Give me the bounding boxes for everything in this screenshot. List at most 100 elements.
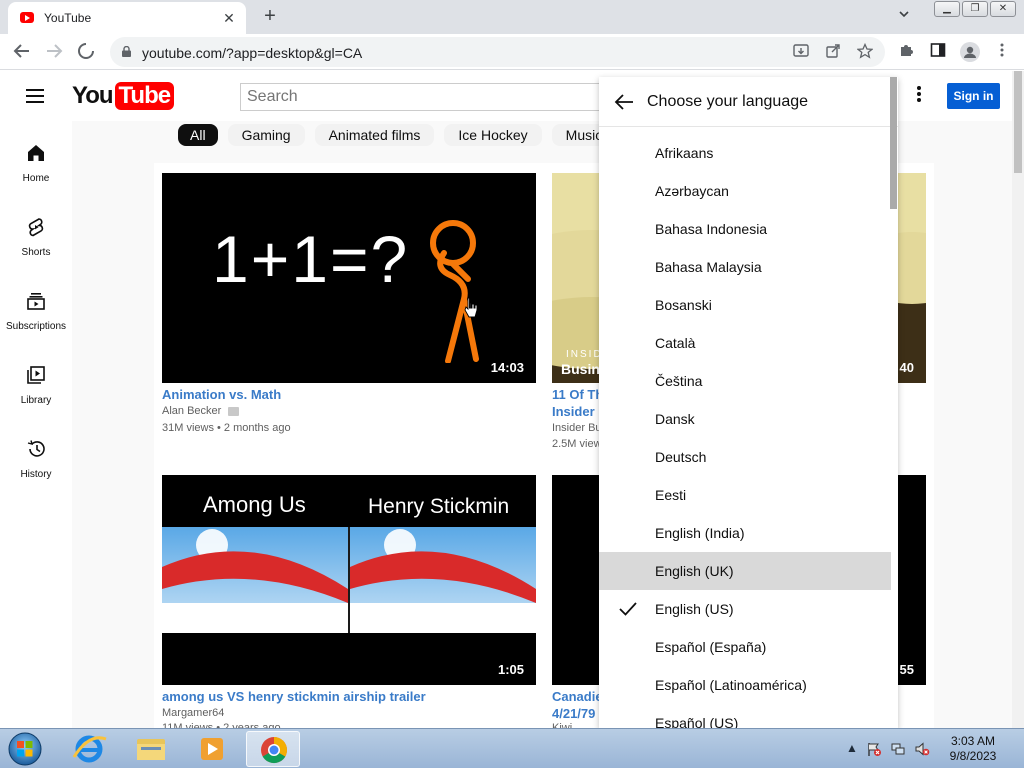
taskbar-chrome-icon[interactable]	[246, 731, 300, 767]
language-option-selected[interactable]: English (US)	[599, 590, 891, 628]
back-arrow-icon[interactable]	[613, 91, 635, 113]
language-option[interactable]: Deutsch	[599, 438, 891, 476]
chip-gaming[interactable]: Gaming	[227, 124, 305, 146]
action-center-flag-icon[interactable]	[866, 741, 882, 757]
search-input[interactable]	[241, 84, 609, 110]
language-label: Bosanski	[655, 297, 712, 313]
browser-tab-youtube[interactable]: YouTube ✕	[8, 2, 246, 34]
start-button[interactable]	[4, 730, 46, 768]
sign-in-button[interactable]: Sign in	[947, 83, 1000, 109]
video-duration: 55	[899, 662, 914, 677]
restore-button[interactable]: ❐	[962, 1, 988, 17]
network-icon[interactable]	[890, 741, 906, 757]
back-arrow-icon[interactable]	[12, 42, 32, 62]
minimize-button[interactable]: ▁	[934, 1, 960, 17]
youtube-logo[interactable]: You Tube	[72, 82, 175, 110]
language-option[interactable]: Español (US)	[599, 704, 891, 728]
language-option[interactable]: English (India)	[599, 514, 891, 552]
language-option[interactable]: Čeština	[599, 362, 891, 400]
video-meta: 2.5M view	[552, 438, 600, 450]
search-box[interactable]	[240, 83, 610, 111]
extensions-puzzle-icon[interactable]	[896, 42, 916, 62]
video-thumbnail-animation-vs-math[interactable]: 1+1=? 14:03	[162, 173, 536, 383]
youtube-logo-tube: Tube	[114, 82, 175, 110]
sidebar-label-library: Library	[20, 395, 52, 406]
tab-close-icon[interactable]: ✕	[220, 9, 238, 27]
video-thumbnail-among-us[interactable]: Among Us Henry Stickmin 1:05	[162, 475, 536, 685]
language-label: Dansk	[655, 411, 695, 427]
address-bar[interactable]: youtube.com/?app=desktop&gl=CA	[110, 37, 885, 67]
language-option[interactable]: Dansk	[599, 400, 891, 438]
chip-ice-hockey[interactable]: Ice Hockey	[444, 124, 542, 146]
sidebar-item-history[interactable]: History	[0, 439, 72, 509]
windows-taskbar: ▲ 3:03 AM 9/8/2023	[0, 728, 1024, 768]
window-controls: ▁ ❐ ✕	[932, 1, 1016, 17]
language-option[interactable]: Bosanski	[599, 286, 891, 324]
browser-menu-icon[interactable]	[992, 42, 1012, 62]
language-label: Čeština	[655, 373, 703, 389]
close-window-button[interactable]: ✕	[990, 1, 1016, 17]
language-option[interactable]: Bahasa Indonesia	[599, 210, 891, 248]
channel-name[interactable]: Margamer64	[162, 707, 224, 719]
browser-toolbar: youtube.com/?app=desktop&gl=CA	[0, 34, 1024, 70]
clock-date: 9/8/2023	[949, 749, 997, 763]
channel-name[interactable]: Alan Becker	[162, 405, 221, 417]
taskbar-internet-explorer-icon[interactable]	[62, 731, 116, 767]
share-icon[interactable]	[824, 43, 842, 61]
chip-all[interactable]: All	[178, 124, 218, 146]
volume-muted-icon[interactable]	[914, 741, 930, 757]
video-title-link[interactable]: Canadie	[552, 689, 600, 704]
sidebar-item-subscriptions[interactable]: Subscriptions	[0, 291, 72, 361]
language-option[interactable]: Bahasa Malaysia	[599, 248, 891, 286]
install-app-icon[interactable]	[792, 43, 810, 61]
video-title-line2[interactable]: Insider B	[552, 404, 602, 419]
show-hidden-icons-chevron-icon[interactable]: ▲	[844, 741, 860, 757]
youtube-favicon-icon	[20, 12, 34, 23]
language-label: Español (España)	[655, 639, 767, 655]
history-icon	[27, 440, 45, 457]
chip-animated-films[interactable]: Animated films	[314, 124, 435, 146]
video-title-link[interactable]: 11 Of Th	[552, 387, 602, 402]
forward-arrow-icon[interactable]	[44, 42, 64, 62]
video-title-line2[interactable]: 4/21/79	[552, 706, 600, 721]
channel-name[interactable]: Insider Bu	[552, 422, 600, 434]
language-option[interactable]: Azərbaycan	[599, 172, 891, 210]
language-option[interactable]: Català	[599, 324, 891, 362]
language-menu-scrollbar[interactable]	[890, 77, 897, 209]
taskbar-file-explorer-icon[interactable]	[124, 731, 178, 767]
language-option[interactable]: Afrikaans	[599, 134, 891, 172]
loading-spinner-icon[interactable]	[76, 42, 96, 62]
side-panel-icon[interactable]	[928, 42, 948, 62]
language-label: Español (US)	[655, 715, 739, 728]
language-option[interactable]: Español (Latinoamérica)	[599, 666, 891, 704]
language-label: Bahasa Indonesia	[655, 221, 768, 237]
bookmark-star-icon[interactable]	[856, 42, 874, 61]
sidebar-item-home[interactable]: Home	[0, 143, 72, 213]
video-title-link[interactable]: among us VS henry stickmin airship trail…	[162, 689, 536, 704]
video-title-link[interactable]: Animation vs. Math	[162, 387, 536, 402]
more-options-icon[interactable]	[912, 85, 926, 105]
page-scrollbar-thumb[interactable]	[1014, 71, 1022, 173]
tab-search-chevron-icon[interactable]	[894, 8, 914, 26]
sidebar-label-subscriptions: Subscriptions	[5, 321, 67, 332]
youtube-logo-you: You	[72, 82, 114, 109]
language-option-hovered[interactable]: English (UK)	[599, 552, 891, 590]
tab-title: YouTube	[44, 11, 92, 25]
profile-avatar-icon[interactable]	[960, 42, 980, 62]
new-tab-button[interactable]: +	[258, 4, 282, 28]
sidebar-item-shorts[interactable]: Shorts	[0, 217, 72, 287]
page-scrollbar[interactable]	[1012, 71, 1024, 728]
shorts-icon	[28, 218, 44, 237]
taskbar-media-player-icon[interactable]	[186, 731, 240, 767]
guide-menu-icon[interactable]	[26, 89, 44, 103]
language-menu-title: Choose your language	[647, 93, 809, 110]
video-channel[interactable]: Alan Becker	[162, 405, 240, 417]
language-option[interactable]: Español (España)	[599, 628, 891, 666]
language-list: Afrikaans Azərbaycan Bahasa Indonesia Ba…	[599, 134, 891, 728]
taskbar-clock[interactable]: 3:03 AM 9/8/2023	[938, 734, 1008, 764]
sidebar-label-shorts: Shorts	[21, 247, 51, 258]
sidebar-item-library[interactable]: Library	[0, 365, 72, 435]
language-option[interactable]: Eesti	[599, 476, 891, 514]
language-label: English (India)	[655, 525, 745, 541]
thumb-label-among-us: Among Us	[203, 492, 306, 517]
